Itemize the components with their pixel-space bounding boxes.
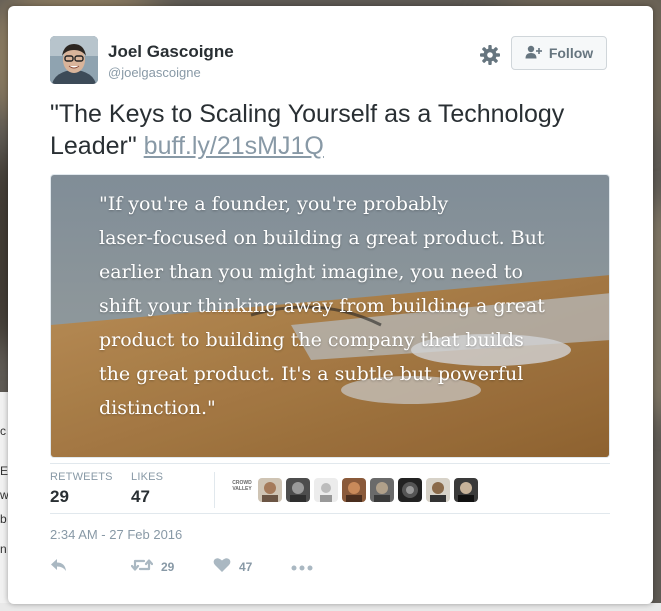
likes-stat[interactable]: LIKES 47 [131, 471, 163, 507]
media-quote: "If you're a founder, you're probably la… [99, 187, 589, 425]
liker-avatar[interactable] [286, 478, 310, 502]
liker-avatar[interactable] [370, 478, 394, 502]
tweet-card: Joel Gascoigne @joelgascoigne Follow "Th… [8, 6, 653, 604]
more-button[interactable] [291, 557, 313, 577]
likes-count: 47 [131, 487, 150, 506]
tweet-timestamp[interactable]: 2:34 AM - 27 Feb 2016 [50, 527, 182, 542]
divider [50, 513, 610, 514]
quote-line: shift your thinking away from building a… [99, 295, 545, 317]
like-button[interactable]: 47 [213, 557, 252, 577]
user-handle[interactable]: @joelgascoigne [108, 65, 201, 80]
liker-avatar[interactable] [258, 478, 282, 502]
retweets-count: 29 [50, 487, 69, 506]
retweet-button[interactable]: 29 [130, 557, 175, 578]
liker-avatar[interactable] [426, 478, 450, 502]
reply-button[interactable] [50, 557, 68, 577]
quote-line: laser-focused on building a great produc… [99, 227, 545, 249]
liker-avatar[interactable] [342, 478, 366, 502]
likes-label: LIKES [131, 471, 164, 483]
quote-line: distinction." [99, 397, 216, 419]
stats-separator [214, 472, 215, 508]
retweet-icon [130, 557, 154, 578]
quote-line: the great product. It's a subtle but pow… [99, 363, 524, 385]
retweets-stat[interactable]: RETWEETS 29 [50, 471, 113, 507]
liker-avatar[interactable] [454, 478, 478, 502]
user-name[interactable]: Joel Gascoigne [108, 42, 234, 62]
avatar[interactable] [50, 36, 98, 84]
retweet-count: 29 [161, 560, 175, 574]
quote-line: product to building the company that bui… [99, 329, 524, 351]
quote-line: earlier than you might imagine, you need… [99, 261, 523, 283]
follow-person-icon [525, 45, 543, 62]
gear-icon[interactable] [477, 42, 503, 68]
tweet-link[interactable]: buff.ly/21sMJ1Q [144, 132, 324, 160]
heart-icon [213, 557, 231, 578]
divider [50, 463, 610, 464]
liker-avatar[interactable] [314, 478, 338, 502]
follow-button[interactable]: Follow [511, 36, 607, 70]
follow-label: Follow [548, 45, 594, 61]
reply-icon [50, 557, 68, 578]
like-count: 47 [239, 560, 253, 574]
media-image[interactable]: "If you're a founder, you're probably la… [50, 174, 610, 458]
quote-line: "If you're a founder, you're probably [99, 193, 449, 215]
retweets-label: RETWEETS [50, 471, 113, 483]
tweet-text: "The Keys to Scaling Yourself as a Techn… [50, 98, 620, 162]
liker-crowd-valley-logo[interactable]: CROWD VALLEY [228, 480, 256, 492]
more-icon [291, 558, 313, 576]
liker-avatar[interactable] [398, 478, 422, 502]
